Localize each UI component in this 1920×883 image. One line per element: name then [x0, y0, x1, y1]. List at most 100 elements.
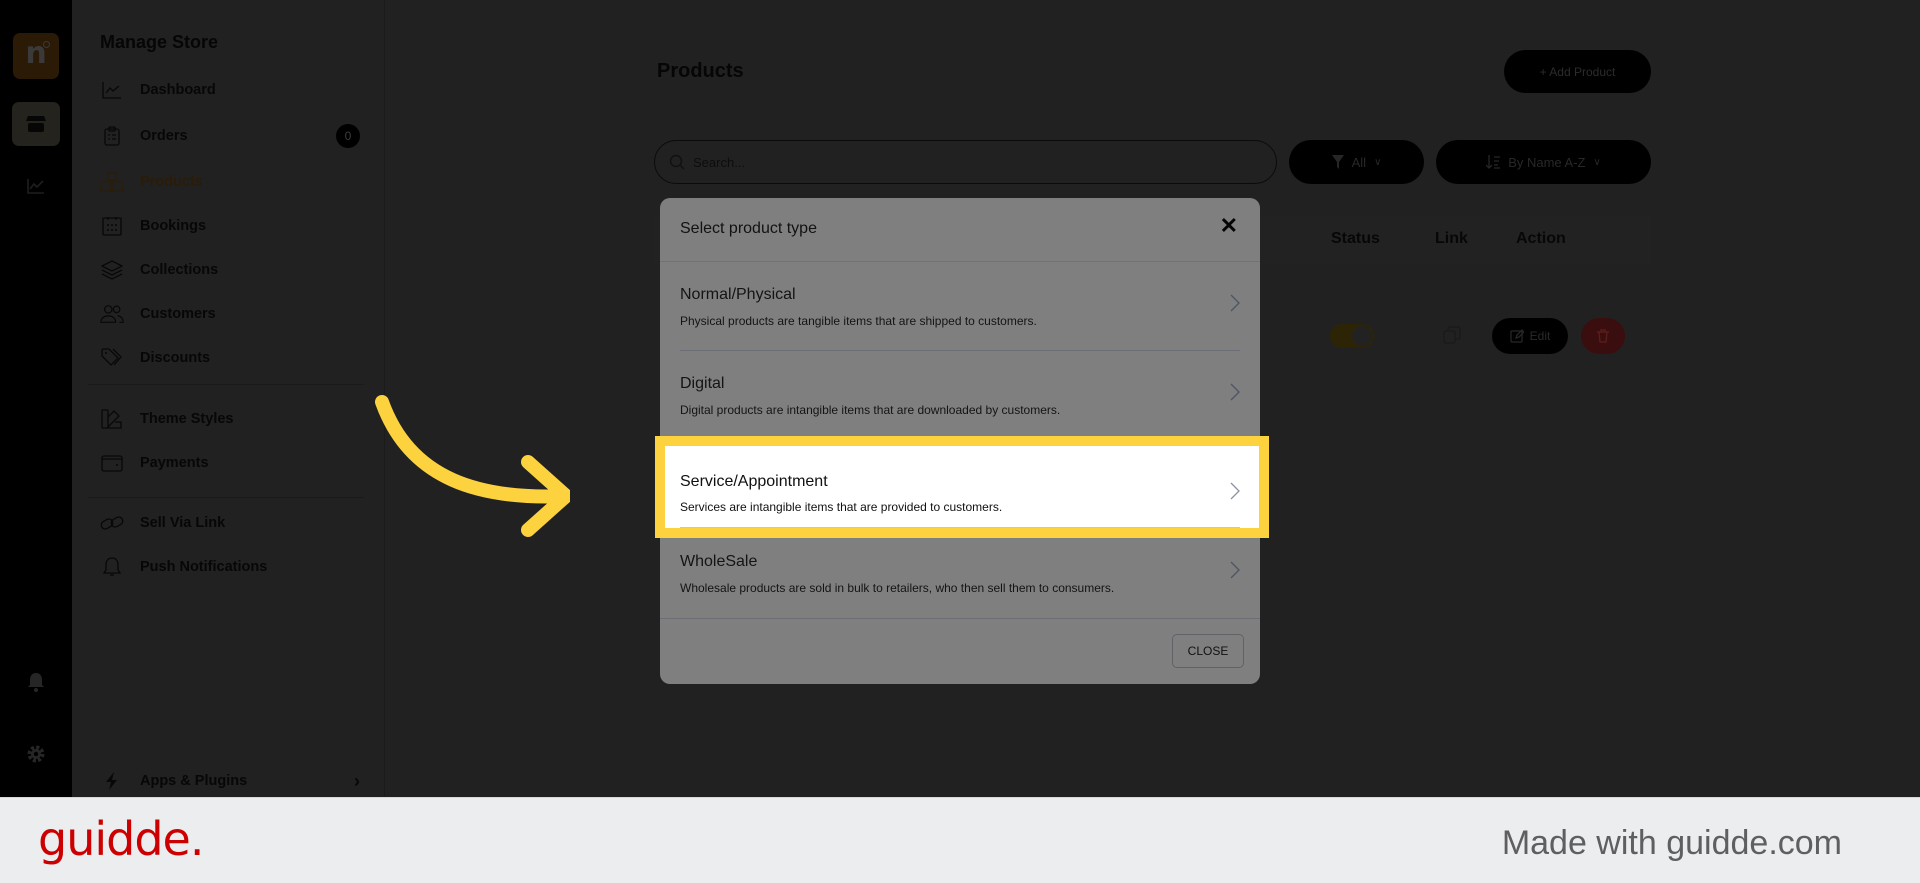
trash-icon — [1597, 329, 1609, 343]
link-icon — [100, 511, 124, 535]
option-description: Digital products are intangible items th… — [680, 403, 1061, 417]
edit-icon — [1510, 329, 1524, 343]
bolt-icon — [100, 769, 124, 793]
chevron-right-icon — [1230, 482, 1240, 500]
sidebar-item-bookings[interactable]: Bookings — [100, 211, 360, 241]
option-name: Normal/Physical — [680, 286, 796, 303]
page-title: Products — [657, 60, 744, 82]
app-logo[interactable]: n — [13, 33, 59, 79]
search-input[interactable] — [693, 154, 1193, 170]
sidebar-item-label: Apps & Plugins — [140, 773, 248, 789]
sidebar-divider — [88, 384, 364, 385]
sidebar-item-orders[interactable]: Orders 0 — [100, 121, 360, 151]
sidebar-item-label: Bookings — [140, 218, 207, 234]
sidebar-item-label: Push Notifications — [140, 559, 268, 575]
settings-rail-button[interactable] — [24, 742, 48, 766]
product-type-option-service[interactable]: Service/Appointment Services are intangi… — [655, 436, 1269, 538]
notifications-rail-button[interactable] — [24, 670, 48, 694]
store-icon — [26, 116, 46, 132]
app-stage: n Manage Store Dashboard Orders 0 Produc… — [0, 0, 1920, 797]
guidde-footer: guidde. Made with guidde.com — [0, 797, 1920, 883]
close-icon[interactable]: ✕ — [1220, 215, 1238, 237]
search-icon — [669, 154, 685, 170]
option-name: Service/Appointment — [680, 473, 828, 490]
sidebar-item-apps-plugins[interactable]: Apps & Plugins › — [100, 766, 360, 796]
chevron-right-icon: › — [354, 770, 360, 791]
bell-icon — [28, 673, 44, 692]
modal-footer: CLOSE — [660, 618, 1260, 684]
search-field[interactable] — [654, 140, 1277, 184]
sidebar-item-label: Collections — [140, 262, 219, 278]
product-type-option-digital[interactable]: Digital Digital products are intangible … — [680, 351, 1240, 440]
sort-label: By Name A-Z — [1508, 154, 1586, 170]
sort-icon — [1486, 155, 1501, 169]
chevron-down-icon: ∨ — [1593, 156, 1601, 168]
sort-dropdown[interactable]: By Name A-Z ∨ — [1436, 140, 1651, 184]
sidebar-item-products[interactable]: Products — [100, 167, 360, 197]
filter-icon — [1331, 155, 1344, 169]
chart-icon — [27, 179, 44, 194]
sidebar-item-theme-styles[interactable]: Theme Styles — [100, 404, 360, 434]
calendar-icon — [100, 214, 124, 238]
edit-label: Edit — [1529, 329, 1551, 343]
column-header-status: Status — [1331, 230, 1380, 247]
option-name: WholeSale — [680, 553, 758, 570]
option-description: Physical products are tangible items tha… — [680, 314, 1037, 328]
copy-icon — [1443, 326, 1461, 344]
option-description: Wholesale products are sold in bulk to r… — [680, 581, 1115, 595]
delete-button[interactable] — [1581, 318, 1625, 354]
sidebar-item-customers[interactable]: Customers — [100, 299, 360, 329]
users-icon — [100, 302, 124, 326]
sidebar-item-push-notifications[interactable]: Push Notifications — [100, 552, 360, 582]
store-rail-button[interactable] — [12, 102, 60, 146]
orders-count-badge: 0 — [336, 124, 360, 148]
layers-icon — [100, 258, 124, 282]
made-with-text: Made with guidde.com — [1501, 824, 1842, 862]
close-button[interactable]: CLOSE — [1172, 634, 1244, 668]
bell-icon — [100, 555, 124, 579]
sidebar-item-payments[interactable]: Payments — [100, 448, 360, 478]
palette-icon — [100, 407, 124, 431]
wallet-icon — [100, 451, 124, 475]
sidebar-item-sell-via-link[interactable]: Sell Via Link — [100, 508, 360, 538]
filter-label: All — [1351, 154, 1367, 170]
product-type-option-wholesale[interactable]: WholeSale Wholesale products are sold in… — [680, 529, 1240, 618]
column-header-link: Link — [1435, 230, 1468, 247]
copy-link-button[interactable] — [1443, 326, 1461, 349]
add-product-button[interactable]: + Add Product — [1504, 50, 1651, 93]
modal-header: Select product type ✕ — [660, 198, 1260, 262]
sidebar-title: Manage Store — [100, 32, 219, 52]
annotation-arrow-icon — [375, 395, 570, 537]
sidebar-item-label: Customers — [140, 306, 216, 322]
status-toggle[interactable] — [1330, 324, 1374, 348]
icon-rail: n — [0, 0, 72, 797]
chevron-right-icon — [1230, 383, 1240, 401]
chevron-right-icon — [1230, 294, 1240, 312]
sidebar-item-label: Discounts — [140, 350, 211, 366]
modal-title: Select product type — [680, 220, 817, 237]
sidebar-item-label: Orders — [140, 128, 188, 144]
sidebar-item-label: Dashboard — [140, 82, 216, 98]
filter-dropdown[interactable]: All ∨ — [1289, 140, 1424, 184]
clipboard-icon — [100, 124, 124, 148]
boxes-icon — [100, 170, 124, 194]
sidebar-item-discounts[interactable]: Discounts — [100, 343, 360, 373]
sidebar-item-label: Theme Styles — [140, 411, 234, 427]
sidebar: Manage Store Dashboard Orders 0 Products… — [72, 0, 385, 797]
column-header-action: Action — [1516, 230, 1566, 247]
guidde-logo: guidde. — [38, 812, 204, 866]
sidebar-item-label: Sell Via Link — [140, 515, 226, 531]
sidebar-divider — [88, 497, 364, 498]
option-description: Services are intangible items that are p… — [680, 500, 1003, 514]
chart-line-icon — [100, 78, 124, 102]
chevron-right-icon — [1230, 561, 1240, 579]
chevron-down-icon: ∨ — [1374, 156, 1382, 168]
product-type-option-physical[interactable]: Normal/Physical Physical products are ta… — [680, 262, 1240, 351]
sidebar-item-collections[interactable]: Collections — [100, 255, 360, 285]
edit-button[interactable]: Edit — [1492, 318, 1568, 354]
sidebar-item-label: Products — [140, 174, 203, 190]
analytics-rail-button[interactable] — [24, 174, 48, 198]
option-name: Digital — [680, 375, 725, 392]
sidebar-item-dashboard[interactable]: Dashboard — [100, 75, 360, 105]
gear-icon — [27, 745, 45, 763]
